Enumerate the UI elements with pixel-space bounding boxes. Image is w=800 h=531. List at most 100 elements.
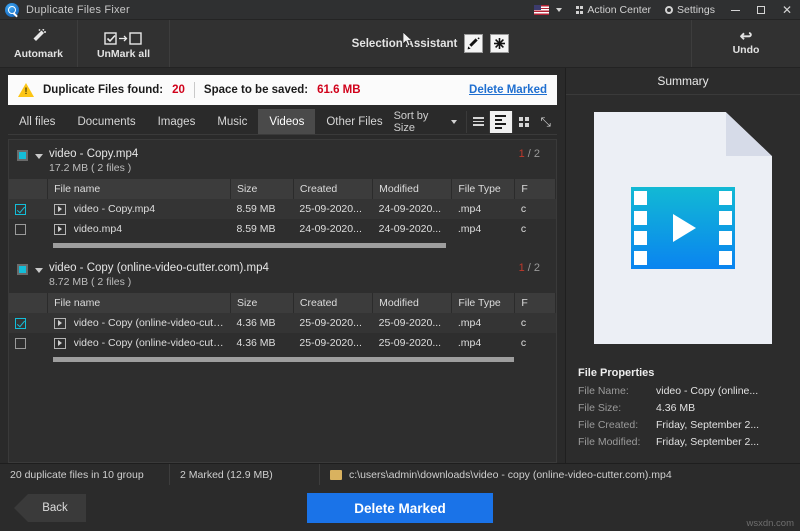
row-checkbox-unchecked-icon[interactable] (15, 224, 26, 235)
video-file-icon (54, 204, 66, 215)
video-file-icon (54, 318, 66, 329)
selection-assistant-tool-button[interactable] (490, 34, 509, 53)
minimize-button[interactable] (722, 0, 748, 20)
undo-button[interactable]: ↩ Undo (692, 20, 800, 67)
row-checkbox-checked-icon[interactable] (15, 204, 26, 215)
group-name: video - Copy.mp4 (49, 148, 138, 160)
close-button[interactable]: ✕ (774, 0, 800, 20)
caret-down-icon[interactable] (35, 154, 43, 159)
settings-label: Settings (677, 4, 715, 16)
minimize-icon (731, 10, 740, 11)
selection-assistant-wand-button[interactable] (464, 34, 483, 53)
col-modified-header[interactable]: Modified (373, 179, 452, 199)
files-table: File name Size Created Modified File Typ… (9, 293, 556, 353)
detail-view-button[interactable] (489, 111, 512, 133)
status-path-container: c:\users\admin\downloads\video - copy (o… (320, 464, 800, 485)
table-row[interactable]: video - Copy (online-video-cutter... 4.3… (9, 313, 556, 333)
delete-marked-button[interactable]: Delete Marked (307, 493, 493, 523)
tab-other-files[interactable]: Other Files (315, 109, 393, 134)
col-path-header[interactable]: F (515, 293, 556, 313)
col-filename-header[interactable]: File name (48, 179, 231, 199)
table-row[interactable]: video.mp4 8.59 MB 24-09-2020... 24-09-20… (9, 219, 556, 239)
summary-pane: Summary File Properties File Name: video… (565, 68, 800, 463)
property-value: video - Copy (online... (656, 385, 758, 397)
property-value: Friday, September 2... (656, 419, 759, 431)
sort-by-dropdown[interactable]: Sort by Size (394, 110, 467, 134)
property-label: File Name: (578, 385, 656, 397)
group-info: video - Copy.mp4 17.2 MB ( 2 files ) (49, 148, 138, 174)
selection-assistant-label: Selection Assistant (352, 38, 458, 50)
tab-videos[interactable]: Videos (258, 109, 315, 134)
fullscreen-button[interactable]: ⤡ (534, 111, 557, 133)
tab-music[interactable]: Music (206, 109, 258, 134)
row-path: c (515, 313, 556, 333)
group-marked-count: 1 / 2 (519, 148, 548, 160)
film-perforations-right (719, 191, 732, 265)
group-header[interactable]: video - Copy (online-video-cutter.com).m… (9, 260, 556, 288)
unmark-all-label: UnMark all (97, 48, 150, 60)
maximize-button[interactable] (748, 0, 774, 20)
grid-view-button[interactable] (512, 111, 535, 133)
row-checkbox-unchecked-icon[interactable] (15, 338, 26, 349)
group-checkbox-partial-icon[interactable] (17, 264, 28, 275)
table-row[interactable]: video - Copy (online-video-cutter... 4.3… (9, 333, 556, 353)
row-filetype: .mp4 (452, 219, 515, 239)
video-document-preview-icon (594, 112, 772, 344)
tab-images[interactable]: Images (147, 109, 207, 134)
group-header[interactable]: video - Copy.mp4 17.2 MB ( 2 files ) 1 /… (9, 146, 556, 174)
duplicate-groups-list[interactable]: video - Copy.mp4 17.2 MB ( 2 files ) 1 /… (8, 139, 557, 463)
duplicate-group: video - Copy.mp4 17.2 MB ( 2 files ) 1 /… (9, 140, 556, 248)
back-button[interactable]: Back (14, 494, 86, 522)
tab-documents[interactable]: Documents (66, 109, 146, 134)
automark-button[interactable]: Automark (0, 20, 78, 67)
col-filetype-header[interactable]: File Type (452, 179, 515, 199)
row-checkbox-cell[interactable] (9, 313, 48, 333)
row-filename: video - Copy.mp4 (74, 203, 156, 215)
col-created-header[interactable]: Created (293, 179, 372, 199)
list-view-icon (473, 117, 484, 126)
chevron-down-icon (451, 120, 457, 124)
col-size-header[interactable]: Size (230, 179, 293, 199)
row-created: 25-09-2020... (293, 199, 372, 219)
property-value: 4.36 MB (656, 402, 695, 414)
col-checkbox-header[interactable] (9, 179, 48, 199)
col-path-header[interactable]: F (515, 179, 556, 199)
row-checkbox-checked-icon[interactable] (15, 318, 26, 329)
group-horizontal-scrollbar[interactable] (53, 357, 514, 362)
content-area: Duplicate Files found: 20 Space to be sa… (0, 68, 800, 463)
settings-button[interactable]: Settings (658, 0, 722, 20)
magic-wand-icon (30, 28, 47, 45)
row-checkbox-cell[interactable] (9, 333, 48, 353)
fullscreen-icon: ⤡ (540, 114, 550, 130)
col-created-header[interactable]: Created (293, 293, 372, 313)
banner-divider (194, 82, 195, 98)
group-checkbox-partial-icon[interactable] (17, 150, 28, 161)
col-filetype-header[interactable]: File Type (452, 293, 515, 313)
row-checkbox-cell[interactable] (9, 199, 48, 219)
col-checkbox-header[interactable] (9, 293, 48, 313)
row-created: 25-09-2020... (293, 313, 372, 333)
unmark-all-button[interactable]: UnMark all (78, 20, 170, 67)
language-selector[interactable] (527, 0, 569, 20)
property-row: File Modified: Friday, September 2... (578, 436, 788, 448)
selection-assistant-group: Selection Assistant (170, 20, 692, 67)
action-center-button[interactable]: Action Center (569, 0, 658, 20)
col-size-header[interactable]: Size (230, 293, 293, 313)
tab-all-files[interactable]: All files (8, 109, 66, 134)
group-subtitle: 8.72 MB ( 2 files ) (49, 276, 269, 288)
table-row[interactable]: video - Copy.mp4 8.59 MB 25-09-2020... 2… (9, 199, 556, 219)
list-view-button[interactable] (466, 111, 489, 133)
property-label: File Created: (578, 419, 656, 431)
delete-marked-link[interactable]: Delete Marked (469, 84, 547, 96)
file-properties: File Properties File Name: video - Copy … (566, 361, 800, 463)
play-triangle-icon (673, 214, 696, 242)
col-filename-header[interactable]: File name (48, 293, 231, 313)
col-modified-header[interactable]: Modified (373, 293, 452, 313)
row-filename-cell: video - Copy (online-video-cutter... (48, 333, 231, 353)
group-horizontal-scrollbar[interactable] (53, 243, 446, 248)
maximize-icon (757, 6, 765, 14)
row-checkbox-cell[interactable] (9, 219, 48, 239)
unmark-all-icon (104, 28, 144, 45)
caret-down-icon[interactable] (35, 268, 43, 273)
group-name: video - Copy (online-video-cutter.com).m… (49, 262, 269, 274)
